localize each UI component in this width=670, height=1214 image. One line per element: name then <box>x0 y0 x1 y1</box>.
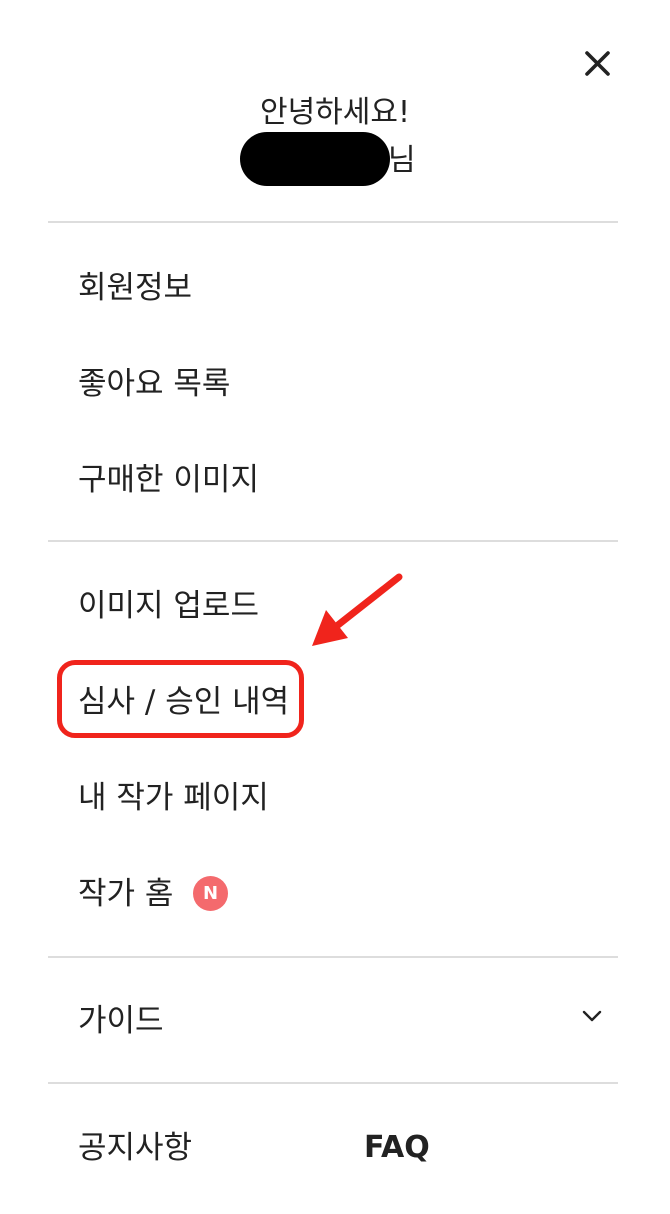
close-button[interactable] <box>578 44 618 84</box>
menu-item-image-upload[interactable]: 이미지 업로드 <box>78 586 259 626</box>
menu-item-member-info[interactable]: 회원정보 <box>78 268 192 308</box>
menu-item-artist-home[interactable]: 작가 홈 <box>78 874 173 914</box>
name-suffix: 님 <box>388 143 416 178</box>
redacted-user-name <box>240 132 390 186</box>
close-icon <box>585 51 610 76</box>
notice-link[interactable]: 공지사항 <box>78 1128 192 1168</box>
faq-link[interactable]: FAQ <box>364 1128 430 1168</box>
divider <box>48 540 618 542</box>
menu-item-guide[interactable]: 가이드 <box>78 1001 164 1041</box>
menu-item-my-artist-page[interactable]: 내 작가 페이지 <box>78 778 269 818</box>
menu-item-likes[interactable]: 좋아요 목록 <box>78 364 230 404</box>
annotation-arrow-icon <box>312 573 403 646</box>
greeting-text: 안녕하세요! <box>259 95 411 130</box>
chevron-down-icon[interactable] <box>580 1006 604 1026</box>
new-badge: N <box>193 876 228 911</box>
divider <box>48 956 618 958</box>
user-name-row: 님 <box>0 132 670 188</box>
divider <box>48 221 618 223</box>
divider <box>48 1082 618 1084</box>
menu-item-review-history[interactable]: 심사 / 승인 내역 <box>78 682 289 722</box>
menu-item-purchased-images[interactable]: 구매한 이미지 <box>78 460 259 500</box>
